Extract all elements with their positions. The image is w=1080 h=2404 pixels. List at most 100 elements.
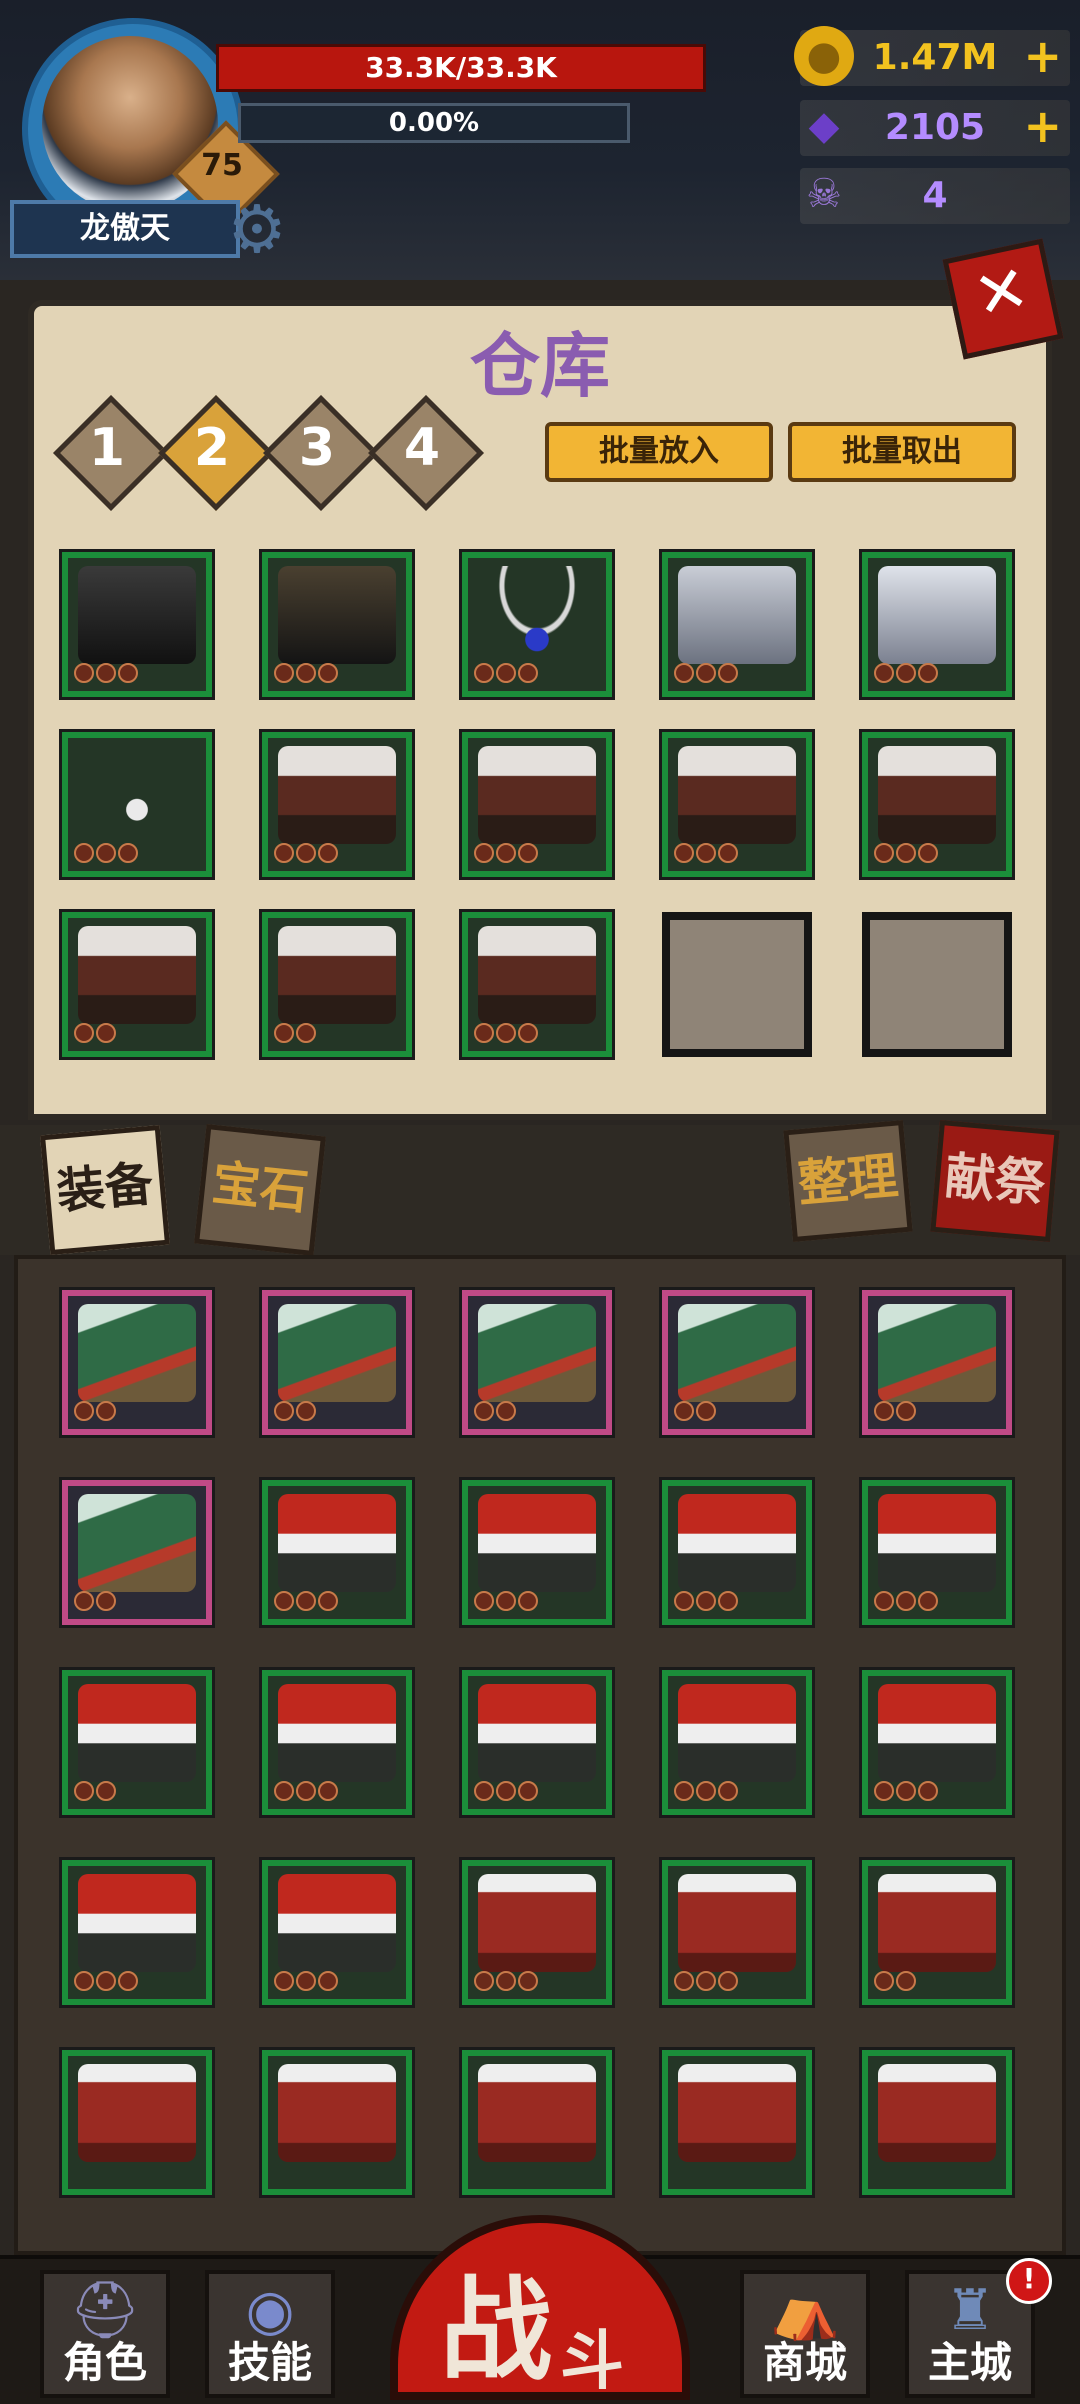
santa-coat-icon <box>678 2064 796 2162</box>
bag-item-slot[interactable] <box>659 2047 815 2198</box>
santa-hat-icon <box>478 1684 596 1782</box>
warehouse-item-slot[interactable] <box>259 909 415 1060</box>
star-dot <box>696 1781 716 1801</box>
batch-take-button[interactable]: 批量取出 <box>788 422 1016 482</box>
black-coat-icon <box>278 566 396 664</box>
star-rating <box>274 1591 340 1615</box>
bag-item-slot[interactable] <box>659 1857 815 2008</box>
close-button[interactable]: ✕ <box>942 238 1064 360</box>
star-dot <box>318 1971 338 1991</box>
bag-item-slot[interactable] <box>459 1857 615 2008</box>
warehouse-empty-slot[interactable] <box>862 912 1012 1057</box>
tab-equipment[interactable]: 装备 <box>39 1124 171 1256</box>
star-dot <box>696 1591 716 1611</box>
christmas-tree-icon <box>478 1304 596 1402</box>
gem-resource: ◆ 2105 + <box>800 100 1070 156</box>
bag-item-slot[interactable] <box>659 1287 815 1438</box>
bag-item-slot[interactable] <box>859 1667 1015 1818</box>
bag-item-slot[interactable] <box>59 2047 215 2198</box>
bag-item-slot[interactable] <box>659 1667 815 1818</box>
settings-gear-icon[interactable]: ⚙ <box>222 195 292 265</box>
star-dot <box>718 1971 738 1991</box>
bag-item-slot[interactable] <box>859 2047 1015 2198</box>
warehouse-item-slot[interactable] <box>59 729 215 880</box>
batch-put-button[interactable]: 批量放入 <box>545 422 773 482</box>
bag-item-slot[interactable] <box>659 1477 815 1628</box>
bag-item-slot[interactable] <box>59 1477 215 1628</box>
warehouse-item-slot[interactable] <box>59 909 215 1060</box>
star-dot <box>674 1591 694 1611</box>
bag-item-slot[interactable] <box>59 1857 215 2008</box>
star-rating <box>74 663 140 687</box>
battle-label-main: 战 <box>440 2266 552 2396</box>
warehouse-item-slot[interactable] <box>859 729 1015 880</box>
bag-item-slot[interactable] <box>259 2047 415 2198</box>
warehouse-item-slot[interactable] <box>59 549 215 700</box>
warehouse-item-slot[interactable] <box>459 549 615 700</box>
star-rating <box>674 843 740 867</box>
star-rating <box>474 1591 540 1615</box>
warehouse-item-slot[interactable] <box>659 549 815 700</box>
bag-item-slot[interactable] <box>59 1287 215 1438</box>
bag-item-slot[interactable] <box>259 1857 415 2008</box>
santa-coat-icon <box>478 2064 596 2162</box>
star-dot <box>496 843 516 863</box>
bag-item-slot[interactable] <box>59 1667 215 1818</box>
star-dot <box>518 1971 538 1991</box>
star-dot <box>96 1781 116 1801</box>
warehouse-item-slot[interactable] <box>859 549 1015 700</box>
battle-label-sub: 斗 <box>560 2325 624 2399</box>
bag-item-slot[interactable] <box>259 1477 415 1628</box>
bag-item-slot[interactable] <box>859 1477 1015 1628</box>
star-rating <box>674 1971 740 1995</box>
bag-item-slot[interactable] <box>459 1477 615 1628</box>
gold-value: 1.47M <box>872 37 998 78</box>
fur-boots-icon <box>678 746 796 844</box>
christmas-tree-icon <box>78 1494 196 1592</box>
add-gold-button[interactable]: + <box>1023 30 1062 82</box>
warehouse-item-slot[interactable] <box>459 729 615 880</box>
santa-coat-icon <box>78 2064 196 2162</box>
sacrifice-button[interactable]: 献祭 <box>930 1119 1060 1243</box>
warehouse-item-slot[interactable] <box>659 729 815 880</box>
fur-boots-icon <box>878 746 996 844</box>
bag-item-slot[interactable] <box>259 1287 415 1438</box>
star-dot <box>896 843 916 863</box>
star-rating <box>74 1971 140 1995</box>
santa-hat-icon <box>278 1874 396 1972</box>
warehouse-item-slot[interactable] <box>459 909 615 1060</box>
star-dot <box>874 1591 894 1611</box>
star-dot <box>496 1971 516 1991</box>
bag-item-slot[interactable] <box>459 2047 615 2198</box>
fur-boots-icon <box>478 926 596 1024</box>
warehouse-item-slot[interactable] <box>259 729 415 880</box>
star-dot <box>274 663 294 683</box>
bag-item-slot[interactable] <box>459 1667 615 1818</box>
purple-gem-icon: ◆ <box>808 103 840 149</box>
bag-item-slot[interactable] <box>459 1287 615 1438</box>
add-gem-button[interactable]: + <box>1023 100 1062 152</box>
star-dot <box>896 1971 916 1991</box>
santa-hat-icon <box>878 1494 996 1592</box>
bag-item-slot[interactable] <box>859 1857 1015 2008</box>
star-dot <box>274 843 294 863</box>
star-dot <box>674 1781 694 1801</box>
level-text: 75 <box>201 148 243 183</box>
star-dot <box>718 1781 738 1801</box>
warehouse-item-slot[interactable] <box>259 549 415 700</box>
sort-button[interactable]: 整理 <box>783 1119 913 1243</box>
star-dot <box>496 1401 516 1421</box>
star-rating <box>474 1971 540 1995</box>
star-rating <box>74 1023 118 1047</box>
star-dot <box>74 1781 94 1801</box>
bag-item-slot[interactable] <box>259 1667 415 1818</box>
nav-skills-button[interactable]: ◉ 技能 <box>205 2270 335 2398</box>
warehouse-empty-slot[interactable] <box>662 912 812 1057</box>
nav-shop-button[interactable]: ⛺ 商城 <box>740 2270 870 2398</box>
star-dot <box>518 1591 538 1611</box>
tab-gems[interactable]: 宝石 <box>194 1124 326 1256</box>
page-tab-4-label: 4 <box>403 418 441 478</box>
nav-character-button[interactable]: ⛑ 角色 <box>40 2270 170 2398</box>
bag-item-slot[interactable] <box>859 1287 1015 1438</box>
santa-hat-icon <box>878 1684 996 1782</box>
